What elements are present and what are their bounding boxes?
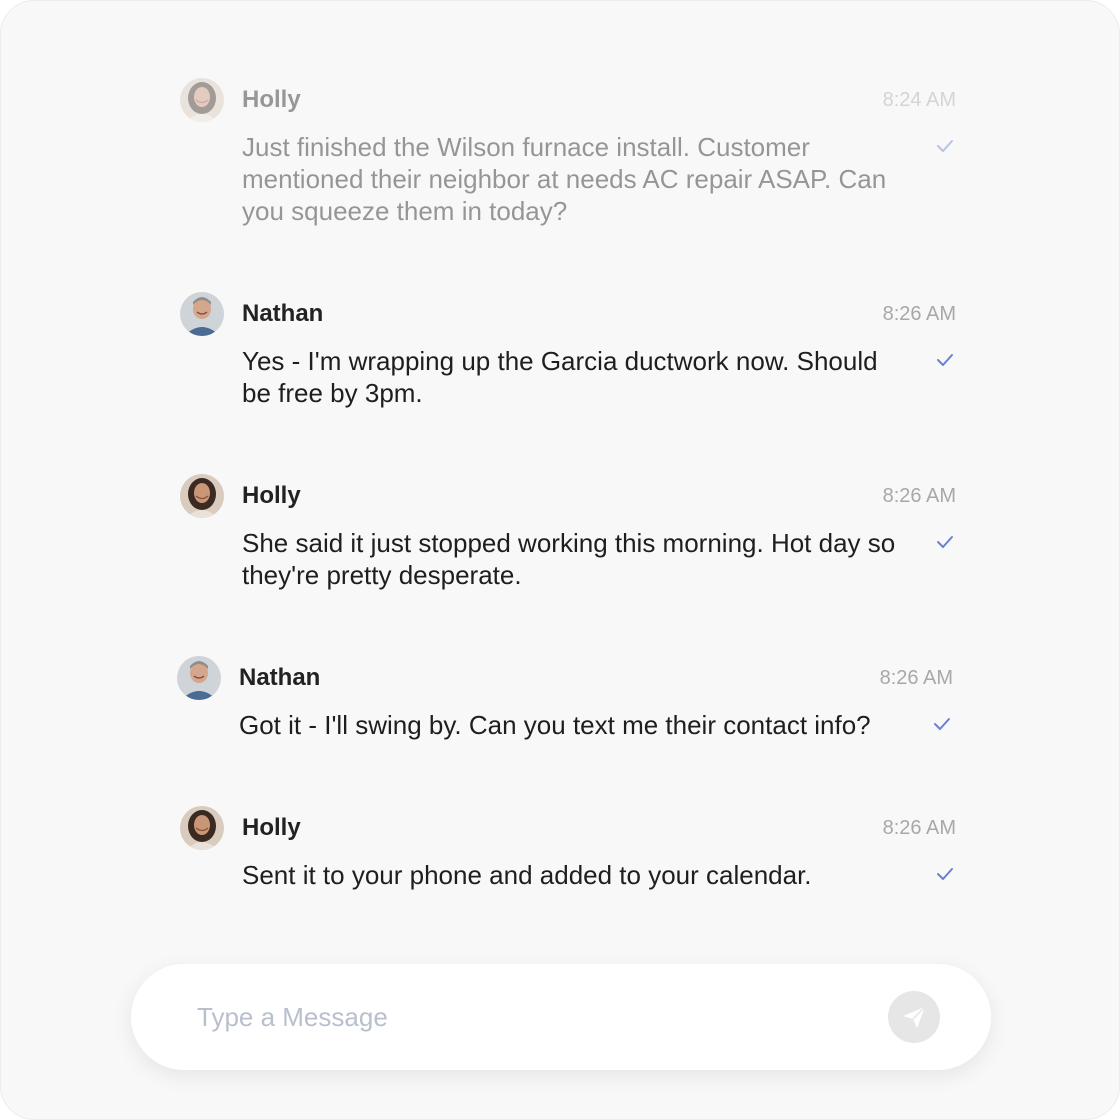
message-author: Holly	[242, 482, 301, 509]
read-check-icon	[936, 534, 954, 550]
avatar-nathan	[177, 656, 221, 700]
message-composer	[131, 964, 991, 1070]
message-author: Holly	[242, 86, 301, 113]
message-text: Yes - I'm wrapping up the Garcia ductwor…	[242, 346, 878, 408]
message-author: Nathan	[242, 300, 324, 327]
avatar-nathan	[180, 292, 224, 336]
message-text: Sent it to your phone and added to your …	[242, 860, 812, 890]
message-text: Got it - I'll swing by. Can you text me …	[239, 710, 871, 740]
message-text: Just finished the Wilson furnace install…	[242, 132, 887, 226]
message-text: She said it just stopped working this mo…	[242, 528, 896, 590]
message-timestamp: 8:24 AM	[882, 89, 956, 111]
message-timestamp: 8:26 AM	[879, 667, 953, 689]
chat-panel: Holly 8:24 AM Just finished the Wilson f…	[0, 0, 1120, 1120]
avatar-holly	[180, 78, 224, 122]
read-check-icon	[933, 716, 951, 732]
read-check-icon	[936, 866, 954, 882]
message-author: Holly	[242, 814, 301, 841]
send-icon	[903, 1006, 926, 1028]
message-timestamp: 8:26 AM	[882, 303, 956, 325]
avatar-holly	[180, 474, 224, 518]
read-check-icon	[936, 352, 954, 368]
message-input[interactable]	[197, 997, 817, 1037]
message-author: Nathan	[239, 664, 321, 691]
message-timestamp: 8:26 AM	[882, 817, 956, 839]
send-button[interactable]	[888, 991, 940, 1043]
read-check-icon	[936, 138, 954, 154]
message-timestamp: 8:26 AM	[882, 485, 956, 507]
avatar-holly	[180, 806, 224, 850]
